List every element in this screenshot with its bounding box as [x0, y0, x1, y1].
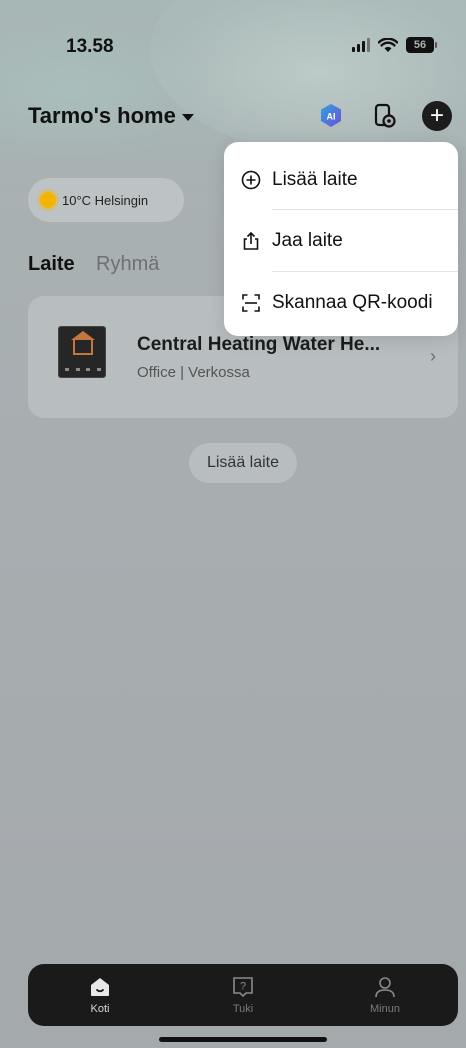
share-icon [240, 230, 262, 252]
weather-text: 10°C Helsingin [62, 192, 149, 208]
scan-icon [240, 292, 262, 314]
plus-icon: + [429, 102, 444, 129]
menu-item-label: Skannaa QR-koodi [272, 292, 433, 313]
add-device-button[interactable]: Lisää laite [189, 443, 297, 483]
tab-ryhma[interactable]: Ryhmä [96, 253, 159, 276]
battery-icon: 56 [406, 37, 437, 53]
add-dropdown-menu: Lisää laite Jaa laite Skannaa QR-koodi [224, 142, 458, 336]
svg-text:AI: AI [327, 112, 336, 122]
home-icon [91, 978, 109, 996]
ai-icon: AI [321, 104, 341, 127]
nav-item-minun[interactable]: Minun [335, 964, 435, 1026]
help-icon: ? [233, 977, 253, 998]
wifi-icon [378, 37, 398, 52]
bottom-nav: Koti ? Tuki Minun [28, 964, 458, 1026]
add-menu-button[interactable]: + [422, 101, 452, 131]
nav-item-tuki[interactable]: ? Tuki [193, 964, 293, 1026]
svg-text:?: ? [240, 981, 246, 993]
profile-icon [375, 977, 395, 998]
nav-label: Koti [90, 1003, 110, 1015]
home-title: Tarmo's home [28, 103, 176, 128]
device-name: Central Heating Water He... [137, 334, 381, 355]
menu-item-add-device[interactable]: Lisää laite [224, 149, 458, 211]
chevron-right-icon: › [430, 346, 436, 366]
status-time: 13.58 [66, 36, 114, 57]
menu-item-scan-qr[interactable]: Skannaa QR-koodi [224, 272, 458, 334]
weather-widget[interactable]: 10°C Helsingin [28, 178, 184, 222]
status-icons: 56 [352, 37, 437, 53]
plus-circle-icon [240, 169, 262, 191]
caret-down-icon [181, 114, 194, 121]
home-indicator [159, 1037, 327, 1042]
home-selector[interactable]: Tarmo's home [28, 103, 194, 129]
nav-label: Minun [370, 1003, 400, 1015]
app-screen: 13.58 56 Tarmo's home AI + 10°C Helsingi… [0, 0, 466, 1048]
tab-laite[interactable]: Laite [28, 253, 75, 276]
signal-icon [352, 38, 370, 52]
device-status: Office | Verkossa [137, 364, 250, 381]
ai-assistant-button[interactable]: AI [316, 101, 346, 131]
device-settings-icon [374, 103, 396, 128]
nav-label: Tuki [232, 1003, 254, 1015]
menu-item-label: Jaa laite [272, 230, 343, 251]
menu-item-label: Lisää laite [272, 169, 358, 190]
device-settings-button[interactable] [370, 101, 400, 131]
menu-item-share-device[interactable]: Jaa laite [224, 210, 458, 272]
sun-icon [40, 192, 56, 208]
thermostat-image [58, 326, 106, 378]
nav-item-koti[interactable]: Koti [50, 964, 150, 1026]
